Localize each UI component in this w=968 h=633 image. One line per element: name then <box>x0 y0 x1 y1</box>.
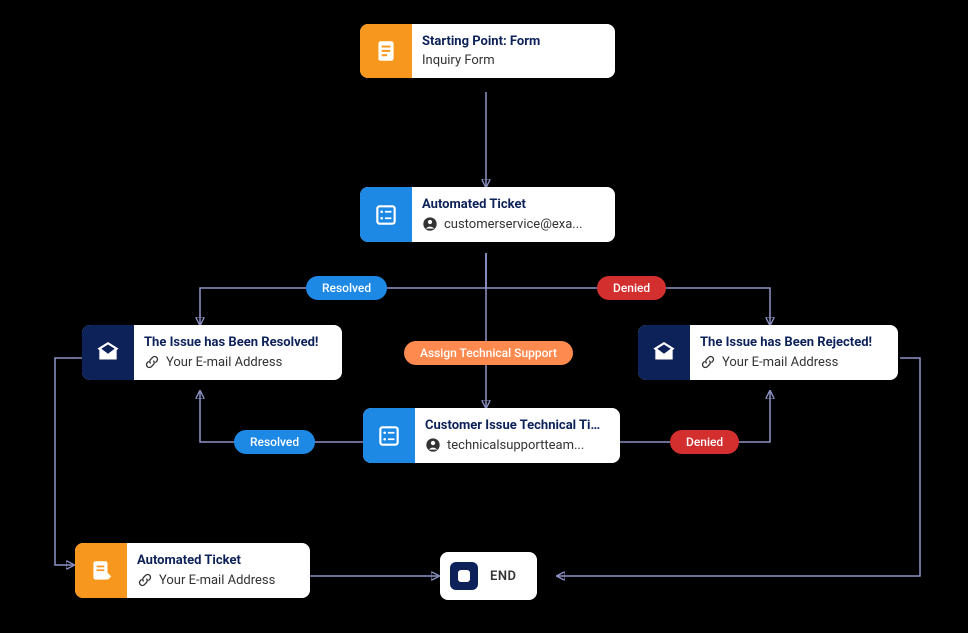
link-icon <box>700 354 716 370</box>
end-label: END <box>490 569 517 584</box>
flow-connectors <box>0 0 968 633</box>
person-icon <box>422 216 438 232</box>
person-icon <box>425 437 441 453</box>
node-subtitle: Your E-mail Address <box>144 354 318 370</box>
node-automated-ticket-2[interactable]: Automated Ticket Your E-mail Address <box>75 543 310 598</box>
link-icon <box>144 354 160 370</box>
node-subtitle: Your E-mail Address <box>137 572 275 588</box>
envelope-icon <box>82 325 134 380</box>
list-icon <box>360 187 412 242</box>
stop-icon <box>450 562 478 590</box>
pill-resolved-2[interactable]: Resolved <box>234 430 315 454</box>
node-subtitle: Your E-mail Address <box>700 354 872 370</box>
node-issue-resolved[interactable]: The Issue has Been Resolved! Your E-mail… <box>82 325 342 380</box>
node-title: The Issue has Been Rejected! <box>700 335 872 350</box>
node-subtitle: customerservice@exa... <box>422 216 583 232</box>
node-title: Starting Point: Form <box>422 34 540 49</box>
envelope-icon <box>638 325 690 380</box>
pill-resolved-1[interactable]: Resolved <box>306 276 387 300</box>
node-automated-ticket-1[interactable]: Automated Ticket customerservice@exa... <box>360 187 615 242</box>
node-start-form[interactable]: Starting Point: Form Inquiry Form <box>360 24 615 78</box>
form-arrow-icon <box>75 543 127 598</box>
node-title: Automated Ticket <box>422 197 583 212</box>
link-icon <box>137 572 153 588</box>
node-title: The Issue has Been Resolved! <box>144 335 318 350</box>
node-subtitle: Inquiry Form <box>422 53 540 68</box>
node-technical-ticket[interactable]: Customer Issue Technical Tic... technica… <box>363 408 620 463</box>
node-end[interactable]: END <box>440 552 537 600</box>
node-title: Customer Issue Technical Tic... <box>425 418 606 433</box>
pill-denied-2[interactable]: Denied <box>670 430 739 454</box>
list-icon <box>363 408 415 463</box>
form-icon <box>360 24 412 78</box>
node-issue-rejected[interactable]: The Issue has Been Rejected! Your E-mail… <box>638 325 898 380</box>
node-title: Automated Ticket <box>137 553 275 568</box>
node-subtitle: technicalsupportteam... <box>425 437 606 453</box>
pill-assign-technical[interactable]: Assign Technical Support <box>404 341 573 365</box>
pill-denied-1[interactable]: Denied <box>597 276 666 300</box>
